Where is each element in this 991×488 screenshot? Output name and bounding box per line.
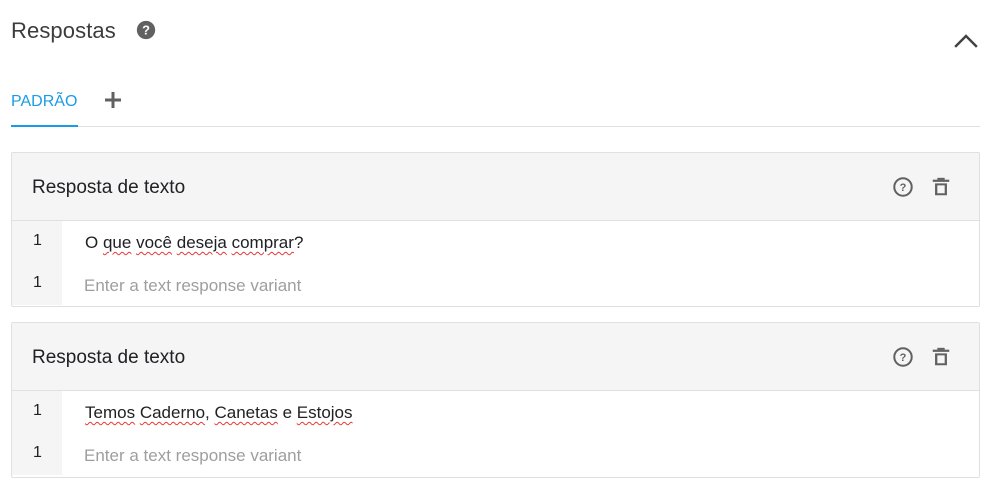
- text-response-card: Resposta de texto ? 1 Temos Caderno, Can…: [11, 322, 980, 478]
- card-title: Resposta de texto: [32, 347, 186, 368]
- response-row: 1: [12, 433, 979, 475]
- svg-text:?: ?: [142, 23, 150, 38]
- tab-padrao[interactable]: PADRÃO: [11, 84, 78, 127]
- response-row: 1 O que você deseja comprar?: [12, 221, 979, 263]
- card-title: Resposta de texto: [32, 177, 186, 198]
- row-index: 1: [12, 433, 62, 475]
- row-index: 1: [12, 221, 62, 263]
- response-text-value: Temos Caderno, Canetas e Estojos: [85, 403, 353, 422]
- response-text[interactable]: Temos Caderno, Canetas e Estojos: [85, 403, 353, 423]
- section-title: Respostas: [11, 18, 116, 43]
- response-tabs: PADRÃO: [11, 84, 980, 127]
- trash-icon[interactable]: [930, 176, 952, 198]
- row-index: 1: [12, 263, 62, 305]
- card-header: Resposta de texto ?: [12, 153, 979, 221]
- text-response-card: Resposta de texto ? 1 O que você deseja …: [11, 152, 980, 307]
- svg-text:?: ?: [900, 182, 907, 194]
- card-header: Resposta de texto ?: [12, 323, 979, 391]
- response-text-value: O que você deseja comprar?: [85, 233, 304, 252]
- response-variant-input[interactable]: [84, 272, 964, 300]
- response-row: 1 Temos Caderno, Canetas e Estojos: [12, 391, 979, 433]
- responses-section: Respostas ? PADRÃO Resposta de texto ? 1…: [0, 0, 991, 488]
- response-row: 1: [12, 263, 979, 305]
- add-tab-icon[interactable]: [103, 90, 123, 110]
- help-icon[interactable]: ?: [135, 19, 157, 41]
- response-variant-input[interactable]: [84, 442, 964, 470]
- response-text[interactable]: O que você deseja comprar?: [85, 233, 303, 253]
- trash-icon[interactable]: [930, 346, 952, 368]
- chevron-up-icon[interactable]: [953, 28, 979, 54]
- help-icon[interactable]: ?: [892, 346, 914, 368]
- help-icon[interactable]: ?: [892, 176, 914, 198]
- svg-text:?: ?: [900, 352, 907, 364]
- row-index: 1: [12, 391, 62, 433]
- section-header: Respostas ?: [11, 14, 979, 50]
